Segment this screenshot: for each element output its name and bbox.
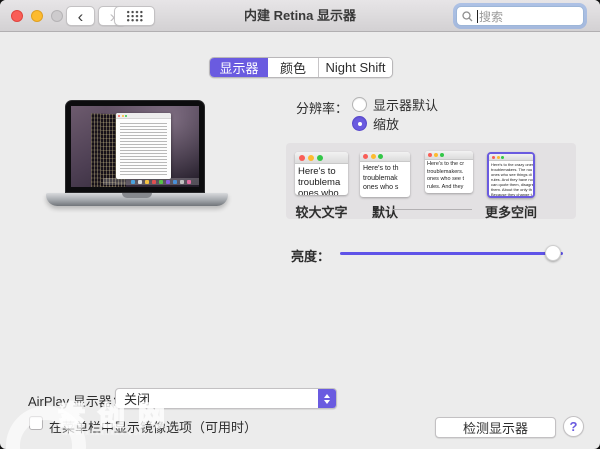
label-more-space: 更多空间 [484,205,537,220]
tab-bar: 显示器 颜色 Night Shift [209,57,393,78]
search-placeholder: 搜索 [479,9,504,24]
thumb-titlebar [425,151,473,160]
radio-icon-selected[interactable] [352,116,367,131]
help-button[interactable]: ? [563,416,584,437]
mini-close-icon [118,114,120,117]
mini-document-text-lines [120,123,167,175]
mirror-options-label: 在菜单栏中显示镜像选项（可用时） [49,420,258,435]
radio-default-label: 显示器默认 [373,98,439,113]
popup-stepper-icon [318,389,336,408]
titlebar: ‹ › 内建 Retina 显示器 搜索 [0,0,600,32]
detect-displays-button[interactable]: 检测显示器 [435,417,556,438]
tab-color[interactable]: 颜色 [268,58,319,77]
tab-night-shift[interactable]: Night Shift [319,58,392,77]
radio-scaled-label: 缩放 [373,117,400,132]
close-button[interactable] [11,10,23,22]
back-button[interactable]: ‹ [66,6,95,26]
mini-document-titlebar [116,113,171,119]
brightness-slider[interactable] [340,245,563,261]
airplay-label: AirPlay 显示器： [28,394,125,409]
mirror-options-checkbox[interactable] [29,416,43,430]
traffic-lights [11,10,63,22]
macbook-notch [122,193,152,198]
airplay-popup[interactable]: 关闭 [115,388,337,409]
scale-option-more-space-selected[interactable]: Here's to the crazy ones troublemakers. T… [487,152,535,198]
macbook-screen [65,100,205,193]
mini-minimize-icon [121,114,124,117]
tab-display[interactable]: 显示器 [210,58,268,77]
scale-option-default[interactable]: Here's to th troublemak ones who s [360,152,410,197]
window-title: 内建 Retina 显示器 [244,8,356,23]
mini-document-window [116,113,171,179]
zoom-button-disabled [51,10,63,22]
chevron-down-icon [324,399,330,404]
search-field[interactable]: 搜索 [456,6,584,26]
connector-line [392,209,472,210]
radio-scaled[interactable]: 缩放 [352,114,399,133]
thumb-titlebar [489,154,533,161]
mini-zoom-icon [125,114,127,117]
scale-option-larger-text[interactable]: Here's to troublema ones who [295,152,348,195]
show-all-preferences-button[interactable] [114,6,155,26]
text-caret [477,9,478,23]
radio-default-for-display[interactable]: 显示器默认 [352,95,438,114]
mini-dock [103,178,199,185]
radio-icon-unselected[interactable] [352,97,367,112]
macbook-base [46,193,228,206]
thumb-titlebar [360,152,410,162]
macbook-illustration [46,98,228,216]
minimize-button[interactable] [31,10,43,22]
macbook-wallpaper [71,106,199,187]
resolution-label: 分辨率： [295,101,348,116]
chevron-up-icon [324,393,330,398]
display-preferences-window: ‹ › 内建 Retina 显示器 搜索 显示器 颜色 Night Shift [0,0,600,449]
brightness-slider-thumb[interactable] [544,245,561,261]
brightness-track[interactable] [340,252,563,255]
label-larger-text: 较大文字 [295,205,348,220]
thumb-titlebar [295,152,348,164]
brightness-label: 亮度： [290,249,330,264]
search-icon [462,10,473,21]
label-default: 默认 [371,205,398,220]
scale-option-more-space-mid[interactable]: Here's to the cr troublemakers. ones who s… [425,151,473,193]
airplay-selected-value: 关闭 [124,392,151,407]
grid-icon [126,10,143,22]
scaled-options-panel: Here's to troublema ones who Here's to th t… [286,143,576,220]
